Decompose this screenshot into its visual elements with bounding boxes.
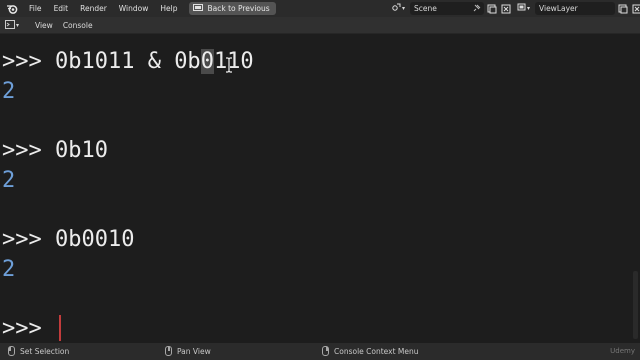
- menu-file[interactable]: File: [23, 0, 48, 17]
- menu-window[interactable]: Window: [113, 0, 155, 17]
- chevron-down-icon: ▾: [402, 5, 406, 12]
- menu-edit[interactable]: Edit: [48, 0, 75, 17]
- new-view-layer-icon[interactable]: [617, 3, 629, 15]
- view-layer-browse-button[interactable]: ▾: [514, 2, 533, 15]
- console-command-text-rest: 110: [213, 49, 254, 74]
- scene-name: Scene: [414, 4, 437, 13]
- top-menu-bar: File Edit Render Window Help Back to Pre…: [0, 0, 640, 17]
- menu-view[interactable]: View: [30, 21, 58, 30]
- scene-selector: ▾ Scene: [389, 2, 512, 15]
- scene-icon: [392, 3, 401, 14]
- new-scene-icon[interactable]: [486, 3, 498, 15]
- view-layer-name-field[interactable]: ViewLayer: [535, 2, 616, 15]
- chevron-down-icon: ▾: [527, 5, 531, 12]
- console-prompt: >>>: [2, 49, 55, 74]
- screen-icon: [193, 3, 204, 14]
- console-prompt: >>>: [2, 138, 55, 163]
- chevron-down-icon: ▾: [16, 21, 20, 29]
- text-cursor: [59, 315, 61, 341]
- mouse-left-button-icon: [8, 346, 15, 356]
- console-current-line[interactable]: >>>: [2, 317, 55, 341]
- mouse-middle-button-icon: [165, 346, 172, 356]
- scene-browse-button[interactable]: ▾: [389, 2, 408, 15]
- console-output-line: 2: [2, 79, 16, 104]
- status-pan-view: Pan View: [165, 346, 211, 356]
- status-bar: Set Selection Pan View Console Context M…: [0, 343, 640, 360]
- menu-help[interactable]: Help: [154, 0, 183, 17]
- console-prompt: >>>: [2, 316, 55, 341]
- delete-view-layer-icon[interactable]: [631, 3, 640, 15]
- blender-logo-icon[interactable]: [5, 2, 19, 16]
- back-to-previous-label: Back to Previous: [207, 4, 270, 13]
- status-middle-label: Pan View: [177, 346, 211, 356]
- udemy-watermark: Udemy: [610, 347, 635, 355]
- console-prompt: >>>: [2, 227, 55, 252]
- console-output-line: 2: [2, 168, 16, 193]
- status-left-label: Set Selection: [20, 346, 70, 356]
- console-command-text: 0b10: [54, 138, 108, 163]
- view-layer-selector: ▾ ViewLayer: [514, 2, 640, 15]
- console-command-text: 0b0010: [54, 227, 135, 252]
- scrollbar[interactable]: [633, 271, 638, 339]
- status-set-selection: Set Selection: [8, 346, 69, 356]
- menu-render[interactable]: Render: [74, 0, 113, 17]
- menu-console[interactable]: Console: [58, 21, 98, 30]
- status-context-menu: Console Context Menu: [322, 346, 419, 356]
- console-input-line: >>> 0b1011 & 0b0110: [2, 49, 254, 74]
- back-to-previous-button[interactable]: Back to Previous: [189, 2, 276, 15]
- view-layer-icon: [517, 3, 526, 14]
- python-console[interactable]: >>> 0b1011 & 0b0110 2 >>> 0b10 2 >>> 0b0…: [0, 35, 640, 343]
- mouse-right-button-icon: [322, 346, 329, 356]
- view-layer-name: ViewLayer: [539, 4, 578, 13]
- console-input-line: >>> 0b10: [2, 139, 108, 163]
- delete-scene-icon[interactable]: [500, 3, 512, 15]
- console-command-text: 0b1011 & 0b: [54, 49, 201, 74]
- console-header: ▾ View Console: [0, 17, 640, 34]
- editor-type-selector[interactable]: ▾: [5, 19, 25, 31]
- mouse-ibeam-cursor-icon: [225, 57, 233, 73]
- console-editor-icon: [5, 19, 15, 31]
- pin-icon[interactable]: [473, 4, 481, 14]
- console-input-line: >>> 0b0010: [2, 228, 134, 252]
- highlighted-character: 0: [200, 49, 214, 74]
- status-right-label: Console Context Menu: [334, 346, 419, 356]
- console-output-line: 2: [2, 257, 16, 282]
- scene-name-field[interactable]: Scene: [410, 2, 485, 15]
